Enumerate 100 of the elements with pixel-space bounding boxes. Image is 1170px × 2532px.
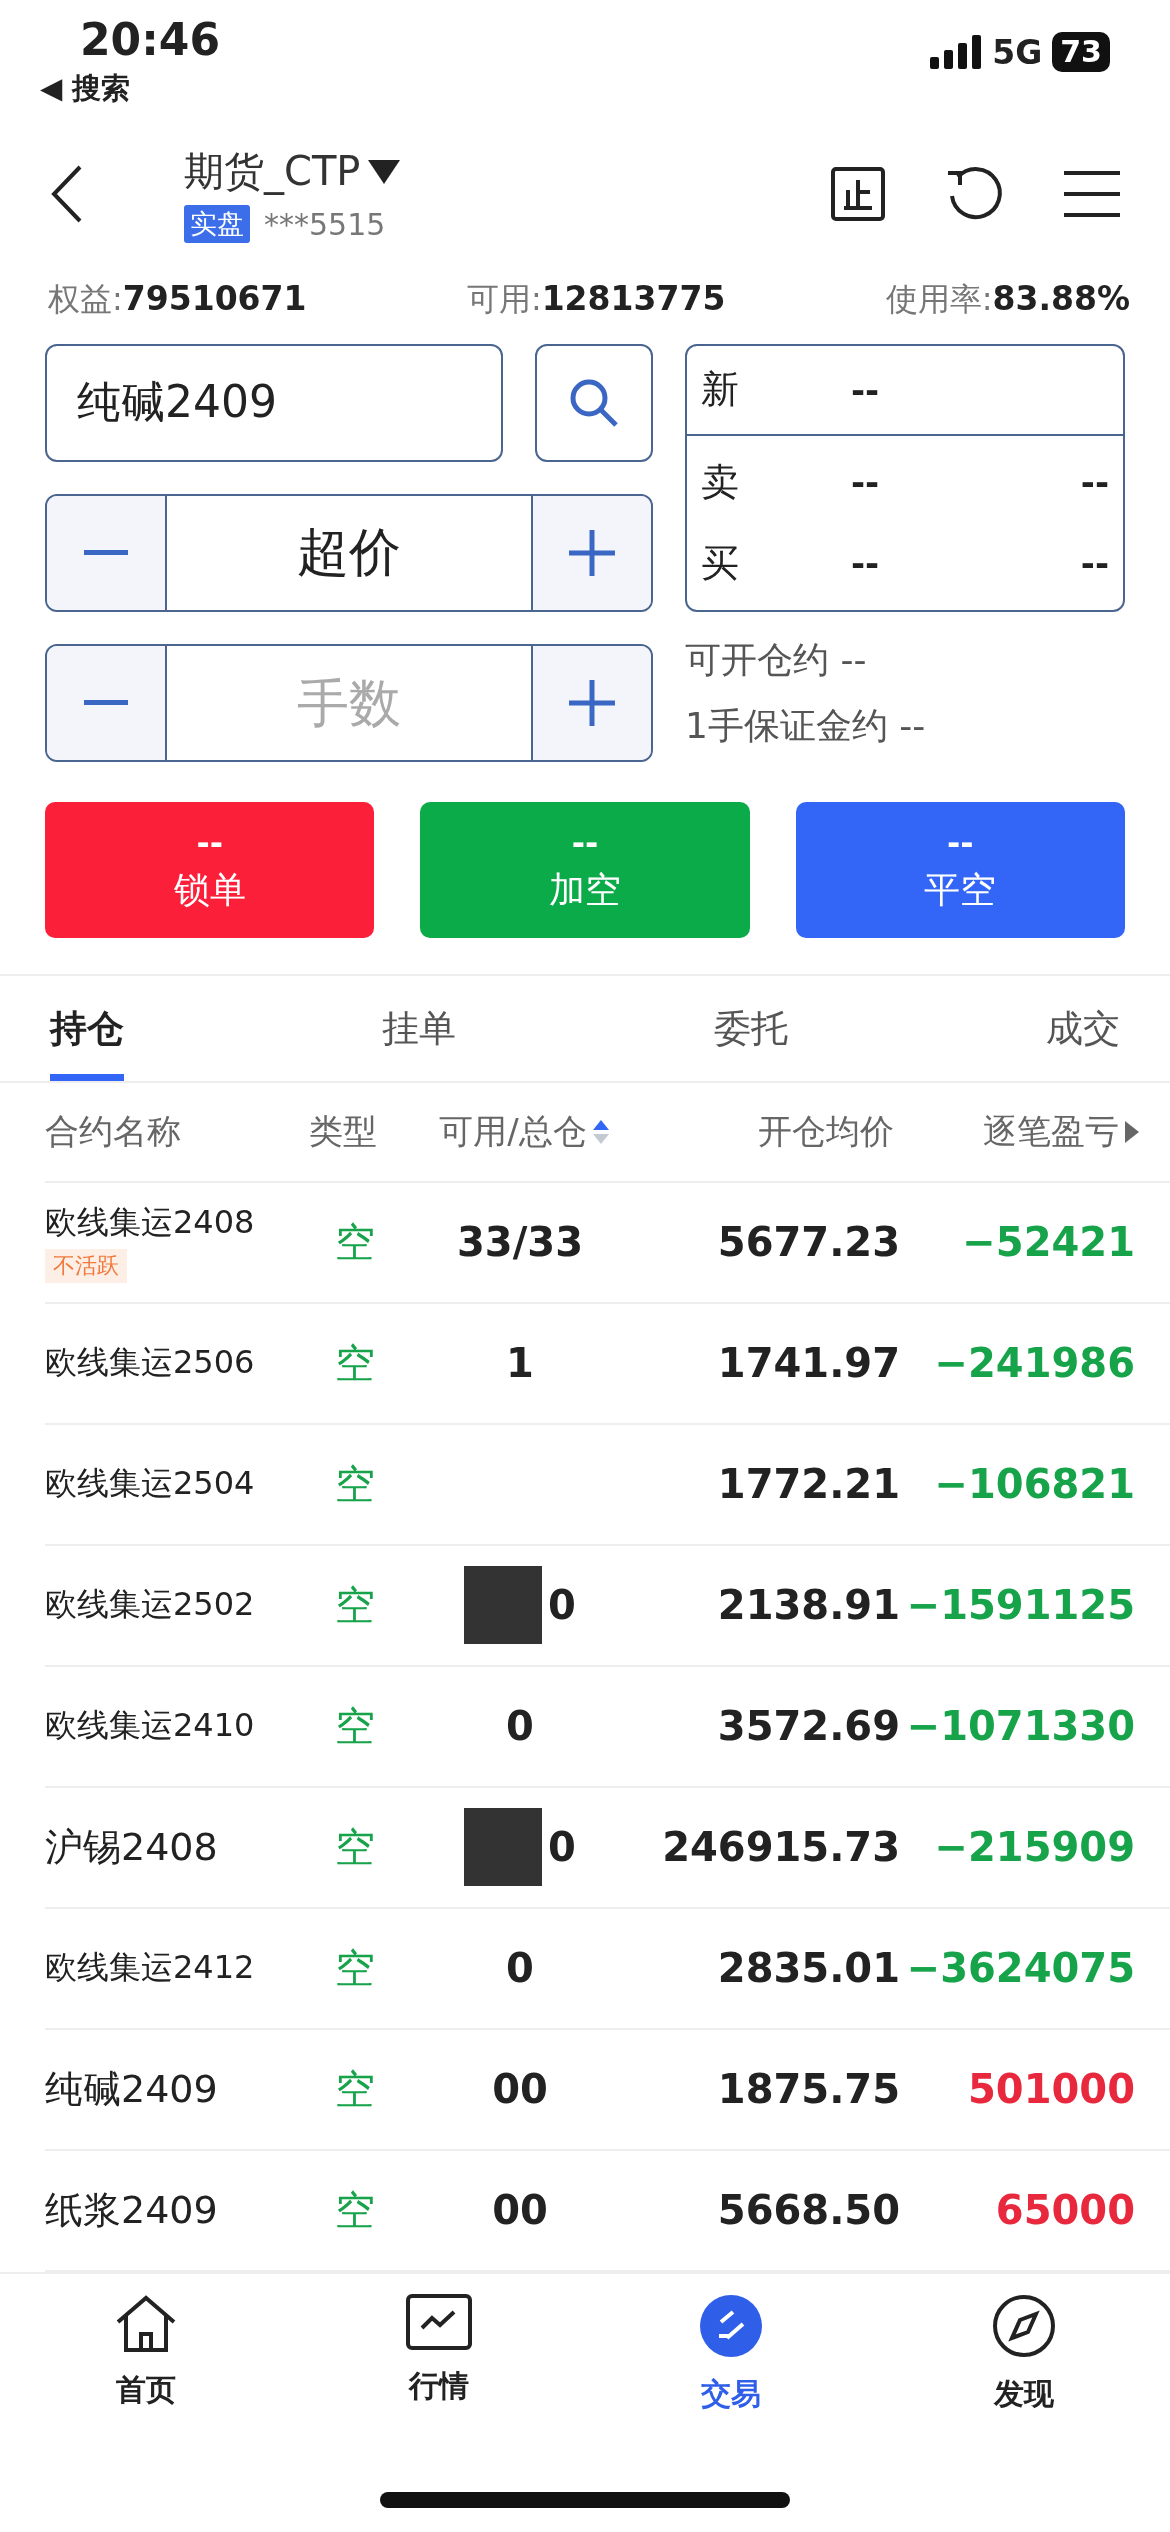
increase-price-button[interactable] xyxy=(533,495,651,610)
info-text: 1手保证金约 -- xyxy=(685,703,927,748)
tab[interactable]: 委托 xyxy=(714,975,788,1081)
avg-price-cell: 3572.69 xyxy=(717,1703,900,1750)
menu-icon[interactable] xyxy=(1064,169,1120,218)
position-cell: 0 xyxy=(548,1582,576,1629)
account-title[interactable]: 期货_CTP xyxy=(184,144,361,200)
direction-cell-text: 空 xyxy=(335,1943,375,1993)
stat-label: 使用率: xyxy=(885,279,993,318)
order-button[interactable]: -- 平空 xyxy=(795,801,1125,938)
live-account-tag: 实盘 xyxy=(184,205,250,244)
pnl-cell: −1591125 xyxy=(906,1582,1135,1629)
direction-cell-text: 空 xyxy=(335,1217,375,1267)
plus-icon xyxy=(569,679,615,726)
contract-field[interactable]: 纯碱2409 xyxy=(45,343,503,462)
avg-price-cell: 2835.01 xyxy=(717,1945,900,1992)
quote-label: 新 xyxy=(701,366,740,414)
tab[interactable]: 挂单 xyxy=(382,975,456,1081)
quote-value: -- xyxy=(851,462,881,503)
info-text: 可开仓约 -- xyxy=(685,637,868,682)
decrease-quantity-button[interactable] xyxy=(47,645,165,760)
avg-price-cell: 1772.21 xyxy=(717,1461,900,1508)
column-header: 类型 xyxy=(309,1109,377,1153)
price-type-field[interactable]: 超价 xyxy=(165,495,533,610)
avg-price-cell: 1741.97 xyxy=(717,1340,900,1387)
account-number: ***5515 xyxy=(264,206,386,242)
pnl-cell: −1071330 xyxy=(906,1703,1135,1750)
stat-label: 可用: xyxy=(466,279,542,318)
contract-name: 纸浆2409 xyxy=(45,2186,218,2234)
stat-label: 权益: xyxy=(48,279,123,318)
increase-quantity-button[interactable] xyxy=(533,645,651,760)
stat-value: 12813775 xyxy=(541,278,726,318)
back-icon[interactable] xyxy=(50,163,84,224)
quote-value: -- xyxy=(851,369,881,410)
battery-indicator: 73 xyxy=(1052,32,1110,72)
pnl-cell: 65000 xyxy=(995,2187,1135,2234)
pnl-cell: −215909 xyxy=(934,1824,1135,1871)
stat-value: 83.88% xyxy=(992,278,1130,318)
minus-icon xyxy=(84,549,128,556)
minus-icon xyxy=(84,699,128,706)
position-cell: 1 xyxy=(506,1340,534,1387)
quote-label: 买 xyxy=(701,539,740,587)
quote-value: -- xyxy=(851,543,881,584)
trade-icon xyxy=(699,2293,764,2358)
pnl-cell: −52421 xyxy=(962,1219,1135,1266)
pnl-cell: 501000 xyxy=(968,2066,1135,2113)
position-cell: 00 xyxy=(492,2187,548,2234)
tab[interactable]: 持仓 xyxy=(50,975,124,1081)
direction-cell-text: 空 xyxy=(335,1701,375,1751)
avg-price-cell: 246915.73 xyxy=(662,1824,900,1871)
contract-name: 欧线集运2410 xyxy=(45,1705,255,1747)
signal-icon xyxy=(930,35,983,69)
chart-icon xyxy=(405,2293,472,2350)
tab[interactable]: 成交 xyxy=(1046,975,1120,1081)
nav-item[interactable]: 行情 xyxy=(292,2293,585,2407)
avg-price-cell: 5668.50 xyxy=(717,2187,900,2234)
position-cell: 33/33 xyxy=(457,1219,583,1266)
search-button[interactable] xyxy=(535,343,653,462)
quantity-field[interactable]: 手数 xyxy=(165,645,533,760)
direction-cell-text: 空 xyxy=(335,2064,375,2114)
quote-volume: -- xyxy=(1080,462,1109,503)
contract-name: 纯碱2409 xyxy=(45,2065,218,2113)
nav-item[interactable]: 发现 xyxy=(877,2293,1170,2415)
compass-icon xyxy=(991,2293,1056,2358)
direction-cell-text: 空 xyxy=(335,1338,375,1388)
sort-icon[interactable] xyxy=(592,1118,609,1145)
contract-name: 欧线集运2506 xyxy=(45,1342,255,1384)
column-header: 逐笔盈亏 xyxy=(983,1109,1119,1153)
position-cell: 0 xyxy=(548,1824,576,1871)
order-button[interactable]: -- 锁单 xyxy=(45,801,375,938)
column-header[interactable]: 可用/总仓 xyxy=(439,1108,587,1155)
quote-label: 卖 xyxy=(701,458,740,506)
stop-order-icon[interactable] xyxy=(830,165,886,222)
back-to-app-link[interactable]: ◀ 搜索 xyxy=(40,69,221,109)
quote-volume: -- xyxy=(1080,543,1109,584)
position-cell: 0 xyxy=(506,1703,534,1750)
avg-price-cell: 5677.23 xyxy=(717,1219,900,1266)
position-cell: 0 xyxy=(506,1945,534,1992)
decrease-price-button[interactable] xyxy=(47,495,165,610)
nav-item[interactable]: 交易 xyxy=(585,2293,878,2415)
status-time: 20:46 xyxy=(79,14,221,65)
direction-cell-text: 空 xyxy=(335,1580,375,1630)
avg-price-cell: 2138.91 xyxy=(717,1582,900,1629)
direction-cell-text: 空 xyxy=(335,2185,375,2235)
position-cell: 00 xyxy=(492,2066,548,2113)
column-header: 开仓均价 xyxy=(758,1109,894,1153)
direction-cell-text: 空 xyxy=(335,1822,375,1872)
direction-cell-text: 空 xyxy=(335,1459,375,1509)
pnl-cell: −106821 xyxy=(934,1461,1135,1508)
contract-name: 欧线集运2408 xyxy=(45,1202,255,1244)
dropdown-caret-icon[interactable] xyxy=(368,159,401,184)
stat-value: 79510671 xyxy=(122,278,307,318)
pnl-cell: −241986 xyxy=(934,1340,1135,1387)
network-label: 5G xyxy=(992,32,1043,72)
column-header: 合约名称 xyxy=(45,1110,181,1151)
pnl-cell: −3624075 xyxy=(906,1945,1135,1992)
scroll-right-icon[interactable] xyxy=(1125,1120,1139,1143)
contract-name: 欧线集运2502 xyxy=(45,1584,255,1626)
plus-icon xyxy=(569,529,615,576)
nav-item[interactable]: 首页 xyxy=(0,2293,293,2411)
